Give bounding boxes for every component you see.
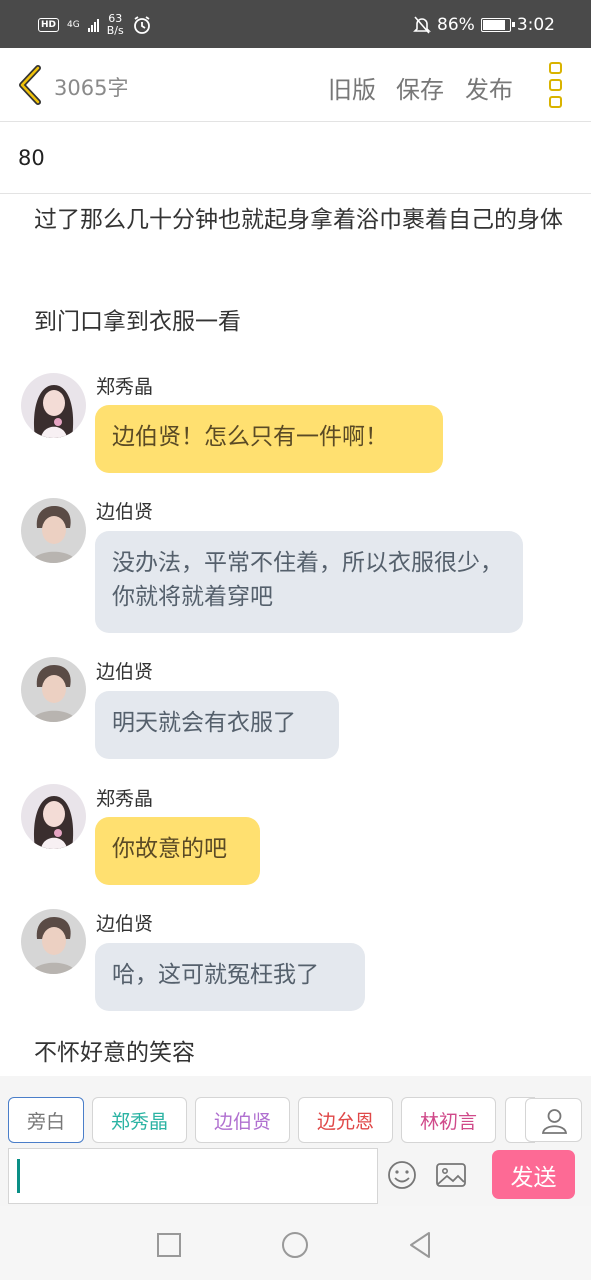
role-label: 边允恩 xyxy=(316,1110,374,1133)
net-speed-unit: B/s xyxy=(106,24,124,37)
role-chip[interactable]: 边伯贤 xyxy=(195,1097,290,1143)
nav-square-icon[interactable] xyxy=(154,1230,184,1260)
save-button[interactable]: 保存 xyxy=(396,70,444,105)
emoji-icon[interactable] xyxy=(385,1158,419,1192)
role-chip[interactable]: 边允恩 xyxy=(298,1097,393,1143)
more-menu-icon[interactable] xyxy=(549,62,567,108)
battery-percent: 86% xyxy=(437,15,475,35)
speaker-name: 郑秀晶 xyxy=(96,376,154,398)
message-input[interactable] xyxy=(8,1148,378,1204)
dialogue-bubble[interactable]: 你故意的吧 xyxy=(95,817,260,885)
image-icon[interactable] xyxy=(434,1158,468,1192)
dialogue-bubble[interactable]: 哈，这可就冤枉我了 xyxy=(95,943,365,1011)
signal-icon xyxy=(87,18,99,32)
send-button[interactable]: 发送 xyxy=(492,1150,575,1199)
role-chip[interactable]: 郑秀晶 xyxy=(92,1097,187,1143)
avatar-bian-boxian[interactable] xyxy=(21,909,86,974)
old-version-button[interactable]: 旧版 xyxy=(328,70,376,105)
text-caret xyxy=(17,1159,20,1193)
role-selector: 旁白 郑秀晶 边伯贤 边允恩 林初言 xyxy=(0,1076,591,1146)
dialogue-bubble[interactable]: 明天就会有衣服了 xyxy=(95,691,339,759)
back-chevron-icon[interactable] xyxy=(14,64,46,106)
person-icon xyxy=(541,1109,568,1134)
net-speed: 63 B/s xyxy=(107,13,124,37)
role-label: 边伯贤 xyxy=(213,1110,271,1133)
nav-back-icon[interactable] xyxy=(405,1230,435,1260)
hd-badge: HD xyxy=(38,18,60,32)
speaker-name: 郑秀晶 xyxy=(96,788,154,810)
publish-button[interactable]: 发布 xyxy=(465,70,513,105)
dialogue-bubble[interactable]: 没办法，平常不住着，所以衣服很少，你就将就着穿吧 xyxy=(95,531,523,633)
role-label: 郑秀晶 xyxy=(110,1110,168,1133)
narration-line[interactable]: 不怀好意的笑容 xyxy=(34,1036,564,1070)
status-bar: HD 4G 63 B/s 86% 3:02 xyxy=(0,0,591,48)
nav-circle-icon[interactable] xyxy=(280,1230,310,1260)
status-left: HD 4G 63 B/s xyxy=(38,10,152,40)
role-chip-narrator[interactable]: 旁白 xyxy=(8,1097,84,1143)
word-count: 3065字 xyxy=(54,76,129,100)
dialogue-bubble[interactable]: 边伯贤！怎么只有一件啊！ xyxy=(95,405,443,473)
speaker-name: 边伯贤 xyxy=(96,501,154,523)
role-manager-button[interactable] xyxy=(525,1098,582,1142)
battery-icon xyxy=(480,18,515,32)
role-label: 旁白 xyxy=(26,1110,65,1133)
avatar-bian-boxian[interactable] xyxy=(21,657,86,722)
speaker-name: 边伯贤 xyxy=(96,913,154,935)
avatar-zheng-xiujing[interactable] xyxy=(21,373,86,438)
chapter-field[interactable]: 80 xyxy=(0,122,591,194)
avatar-bian-boxian[interactable] xyxy=(21,498,86,563)
avatar-zheng-xiujing[interactable] xyxy=(21,784,86,849)
mute-bell-icon xyxy=(413,16,431,34)
input-bar: 发送 xyxy=(0,1146,591,1206)
network-type: 4G xyxy=(67,19,80,30)
editor-header: 3065字 旧版 保存 发布 xyxy=(0,48,591,122)
role-label: 林初言 xyxy=(419,1110,477,1133)
system-nav-bar xyxy=(0,1206,591,1280)
chapter-number: 80 xyxy=(18,146,45,170)
status-right: 86% 3:02 xyxy=(413,12,555,38)
narration-line[interactable]: 过了那么几十分钟也就起身拿着浴巾裹着自己的身体 xyxy=(34,203,564,237)
role-chip[interactable]: 林初言 xyxy=(401,1097,496,1143)
alarm-icon xyxy=(133,16,150,34)
clock: 3:02 xyxy=(516,15,555,35)
speaker-name: 边伯贤 xyxy=(96,661,154,683)
narration-line[interactable]: 到门口拿到衣服一看 xyxy=(34,305,564,339)
